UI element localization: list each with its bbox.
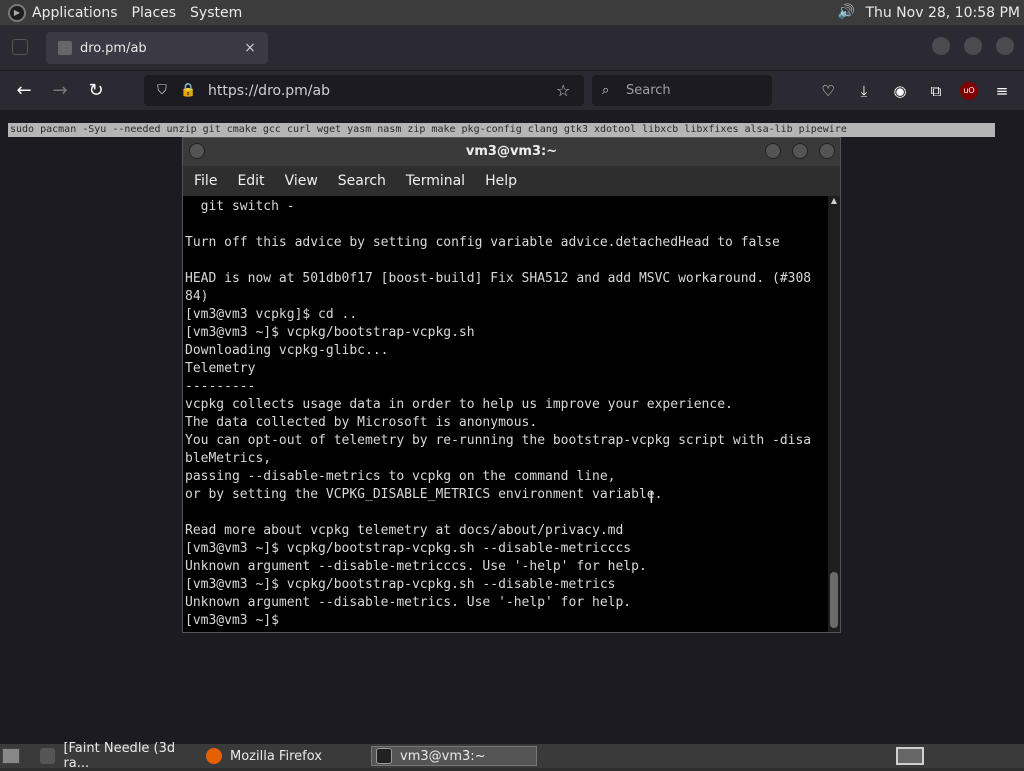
pocket-icon[interactable]: ♡ (816, 79, 840, 103)
reload-icon[interactable]: ↻ (84, 79, 108, 103)
terminal-line: You can opt-out of telemetry by re-runni… (185, 433, 812, 448)
terminal-window: vm3@vm3:~ File Edit View Search Terminal… (182, 137, 841, 633)
ublock-origin-icon[interactable]: uO (960, 82, 978, 100)
downloads-icon[interactable]: ⤓ (852, 79, 876, 103)
clock[interactable]: Thu Nov 28, 10:58 PM (865, 5, 1020, 21)
toolbar-icons: ♡ ⤓ ◉ ⧉ uO ≡ (804, 79, 1014, 103)
terminal-maximize-button[interactable] (792, 143, 808, 159)
terminal-close-button[interactable] (819, 143, 835, 159)
taskbar: [Faint Needle (3d ra... Mozilla Firefox … (0, 741, 1024, 771)
menu-edit[interactable]: Edit (237, 173, 264, 189)
menu-view[interactable]: View (285, 173, 318, 189)
bookmark-star-icon[interactable]: ☆ (556, 81, 574, 100)
terminal-line: Turn off this advice by setting config v… (185, 235, 780, 250)
window-controls (918, 37, 1014, 55)
tab-overview-icon[interactable] (12, 39, 28, 55)
task-faint-needle[interactable]: [Faint Needle (3d ra... (40, 741, 200, 771)
minimize-button[interactable] (932, 37, 950, 55)
menu-terminal[interactable]: Terminal (406, 173, 465, 189)
terminal-titlebar[interactable]: vm3@vm3:~ (183, 138, 840, 166)
terminal-line: Read more about vcpkg telemetry at docs/… (185, 523, 624, 538)
terminal-line: Unknown argument --disable-metrics. Use … (185, 595, 632, 610)
panel-menu: ▶ Applications Places System (0, 0, 256, 25)
navigation-bar: ← → ↻ ⛉ 🔒 https://dro.pm/ab ☆ ⌕ Search ♡… (0, 70, 1024, 110)
show-desktop-icon[interactable] (2, 748, 20, 764)
tab-close-icon[interactable]: × (242, 40, 258, 56)
url-text[interactable]: https://dro.pm/ab (208, 83, 556, 99)
terminal-line: [vm3@vm3 ~]$ vcpkg/bootstrap-vcpkg.sh --… (185, 541, 632, 556)
terminal-scrollbar[interactable]: ▲ (828, 196, 840, 632)
lock-icon[interactable]: 🔒 (180, 83, 196, 98)
search-placeholder: Search (626, 83, 671, 98)
scroll-up-icon[interactable]: ▲ (828, 196, 840, 206)
task-label: vm3@vm3:~ (400, 748, 486, 764)
terminal-line: The data collected by Microsoft is anony… (185, 415, 538, 430)
terminal-prompt[interactable]: [vm3@vm3 ~]$ (185, 612, 828, 630)
system-menu[interactable]: System (190, 5, 242, 21)
terminal-line: passing --disable-metrics to vcpkg on th… (185, 469, 616, 484)
account-icon[interactable]: ◉ (888, 79, 912, 103)
forward-arrow-icon[interactable]: → (48, 79, 72, 103)
panel-right: 🔊 Thu Nov 28, 10:58 PM (837, 0, 1020, 25)
browser-tab[interactable]: dro.pm/ab × (46, 32, 268, 64)
menu-search[interactable]: Search (338, 173, 386, 189)
close-button[interactable] (996, 37, 1014, 55)
firefox-icon (206, 748, 222, 764)
top-panel: ▶ Applications Places System 🔊 Thu Nov 2… (0, 0, 1024, 25)
url-bar[interactable]: ⛉ 🔒 https://dro.pm/ab ☆ (144, 75, 584, 106)
terminal-minimize-button[interactable] (765, 143, 781, 159)
task-label: [Faint Needle (3d ra... (63, 741, 176, 771)
distro-logo-icon[interactable]: ▶ (8, 3, 26, 22)
shield-icon[interactable]: ⛉ (154, 83, 170, 98)
places-menu[interactable]: Places (132, 5, 177, 21)
task-firefox[interactable]: Mozilla Firefox (206, 746, 366, 766)
terminal-line: [vm3@vm3 ~]$ vcpkg/bootstrap-vcpkg.sh (185, 325, 475, 340)
back-arrow-icon[interactable]: ← (12, 79, 36, 103)
extensions-icon[interactable]: ⧉ (924, 79, 948, 103)
search-icon: ⌕ (602, 83, 610, 98)
tab-title: dro.pm/ab (80, 40, 147, 56)
app-icon (40, 748, 56, 764)
menu-file[interactable]: File (194, 173, 217, 189)
applications-menu[interactable]: Applications (32, 5, 118, 21)
terminal-line: 84) (185, 289, 209, 304)
favicon-icon (58, 41, 72, 55)
volume-icon[interactable]: 🔊 (837, 4, 855, 22)
terminal-line: Downloading vcpkg-glibc... (185, 343, 389, 358)
terminal-line: Telemetry (185, 361, 256, 376)
terminal-icon (376, 748, 392, 764)
terminal-output[interactable]: git switch - Turn off this advice by set… (183, 196, 828, 632)
terminal-line: Unknown argument --disable-metricccs. Us… (185, 559, 647, 574)
terminal-title: vm3@vm3:~ (465, 144, 558, 159)
selected-command-text[interactable]: sudo pacman -Syu --needed unzip git cmak… (8, 123, 995, 137)
tab-strip: dro.pm/ab × (0, 25, 1024, 70)
hamburger-menu-icon[interactable]: ≡ (990, 79, 1014, 103)
search-input[interactable]: ⌕ Search (592, 75, 772, 106)
terminal-menubar: File Edit View Search Terminal Help (183, 166, 840, 196)
maximize-button[interactable] (964, 37, 982, 55)
terminal-line: HEAD is now at 501db0f17 [boost-build] F… (185, 271, 812, 286)
terminal-line: [vm3@vm3 ~]$ vcpkg/bootstrap-vcpkg.sh --… (185, 577, 616, 592)
terminal-line: bleMetrics, (185, 451, 272, 466)
task-terminal[interactable]: vm3@vm3:~ (371, 746, 537, 766)
terminal-line: [vm3@vm3 vcpkg]$ cd .. (185, 307, 358, 322)
workspace-switcher[interactable] (896, 747, 924, 765)
scrollbar-thumb[interactable] (830, 572, 838, 628)
menu-help[interactable]: Help (485, 173, 517, 189)
text-cursor-icon: Ⅰ (649, 488, 654, 507)
terminal-line: or by setting the VCPKG_DISABLE_METRICS … (185, 487, 663, 502)
terminal-line: --------- (185, 379, 256, 394)
terminal-line: git switch - (185, 199, 295, 214)
terminal-line: vcpkg collects usage data in order to he… (185, 397, 733, 412)
task-label: Mozilla Firefox (230, 748, 322, 764)
